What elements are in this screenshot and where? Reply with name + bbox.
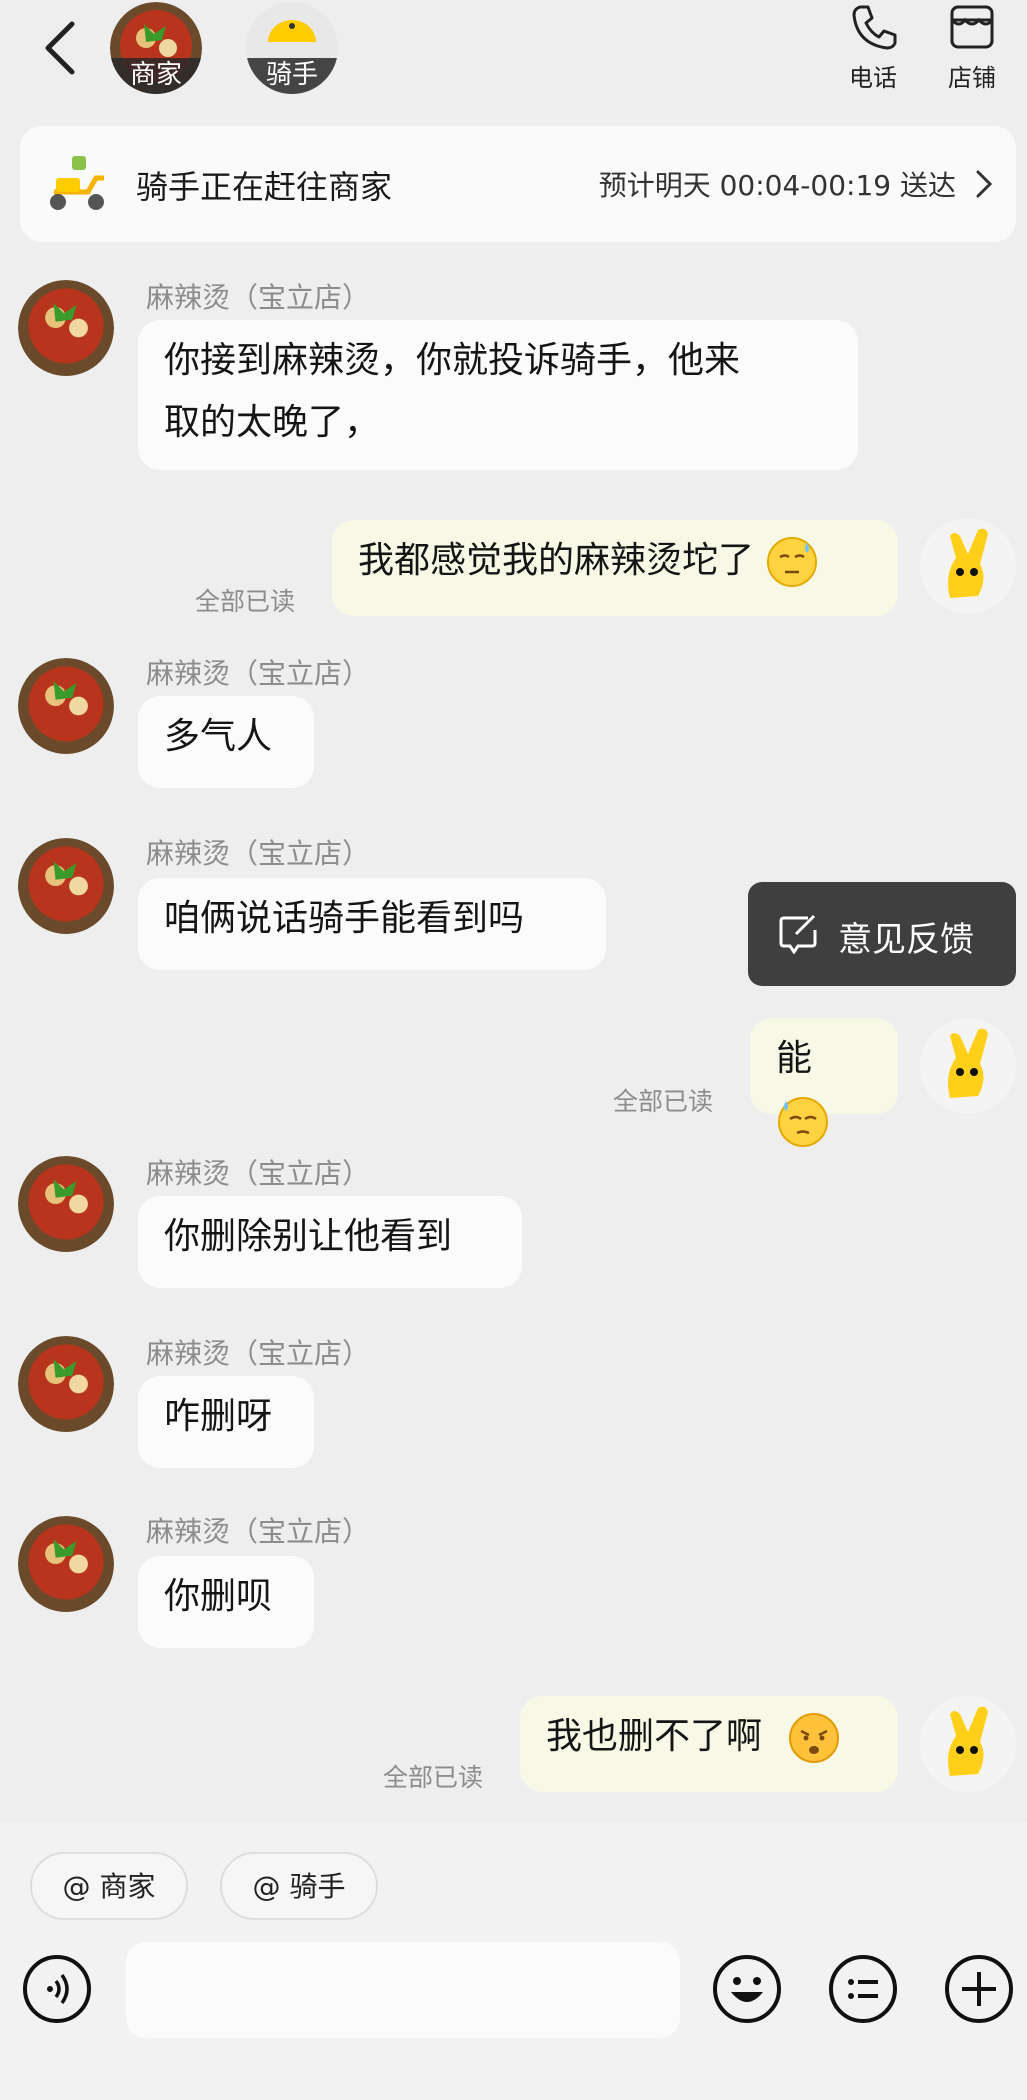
- sweat-thinking-emoji-icon: [767, 537, 818, 587]
- merchant-avatar[interactable]: [18, 280, 114, 376]
- list-icon: [829, 1955, 897, 2023]
- store-button[interactable]: 店铺: [932, 2, 1012, 93]
- message-sender: 麻辣烫（宝立店）: [146, 657, 371, 690]
- delivery-eta: 预计明天 00:04-00:19 送达: [598, 169, 956, 202]
- anguished-emoji-icon: [789, 1713, 840, 1763]
- message-bubble-incoming[interactable]: 你删呗: [138, 1556, 314, 1648]
- chat-header: 商家 骑手 电话 店铺: [0, 0, 1027, 120]
- my-avatar[interactable]: [920, 518, 1016, 614]
- store-icon: [950, 5, 994, 49]
- chevron-right-icon: [976, 170, 993, 198]
- read-receipt: 全部已读: [195, 587, 296, 616]
- message-bubble-incoming[interactable]: 你接到麻辣烫，你就投诉骑手，他来 取的太晚了，: [138, 320, 858, 470]
- malatang-bowl-icon: [18, 1516, 114, 1612]
- merchant-avatar-tab[interactable]: 商家: [110, 2, 202, 94]
- message-text: 我也删不了啊: [546, 1716, 763, 1757]
- plus-icon: [945, 1955, 1013, 2023]
- my-avatar[interactable]: [920, 1018, 1016, 1114]
- merchant-avatar[interactable]: [18, 838, 114, 934]
- message-sender: 麻辣烫（宝立店）: [146, 281, 371, 314]
- my-avatar[interactable]: [920, 1696, 1016, 1792]
- feedback-button[interactable]: 意见反馈: [748, 882, 1016, 986]
- message-sender: 麻辣烫（宝立店）: [146, 1515, 371, 1548]
- message-text: 多气人: [164, 716, 273, 757]
- malatang-bowl-icon: [18, 280, 114, 376]
- more-button[interactable]: [942, 1952, 1016, 2026]
- malatang-bowl-icon: [18, 1156, 114, 1252]
- back-button[interactable]: [42, 18, 82, 78]
- sweat-emoji-icon: [778, 1097, 828, 1147]
- message-sender: 麻辣烫（宝立店）: [146, 1337, 371, 1370]
- voice-icon: [23, 1955, 91, 2023]
- merchant-avatar[interactable]: [18, 1156, 114, 1252]
- message-text: 你删呗: [164, 1576, 273, 1617]
- phone-icon: [852, 5, 897, 50]
- store-label: 店铺: [948, 64, 996, 92]
- phone-button[interactable]: 电话: [833, 2, 913, 93]
- rider-tab-label: 骑手: [246, 58, 338, 94]
- malatang-bowl-icon: [18, 658, 114, 754]
- rider-avatar-tab[interactable]: 骑手: [246, 2, 338, 94]
- smiley-icon: [713, 1955, 781, 2023]
- message-line: 取的太晚了，: [164, 402, 381, 443]
- message-bubble-outgoing[interactable]: 能: [750, 1018, 898, 1147]
- input-panel: @ 商家 @ 骑手: [0, 1822, 1027, 2100]
- message-sender: 麻辣烫（宝立店）: [146, 1157, 371, 1190]
- message-bubble-outgoing[interactable]: 我也删不了啊: [520, 1696, 898, 1792]
- malatang-bowl-icon: [18, 838, 114, 934]
- quick-reply-button[interactable]: [826, 1952, 900, 2026]
- phone-label: 电话: [849, 64, 897, 92]
- edit-feedback-icon: [779, 914, 817, 954]
- merchant-avatar[interactable]: [18, 1336, 114, 1432]
- yellow-hand-mascot-icon: [920, 1018, 1016, 1114]
- merchant-tab-label: 商家: [110, 58, 202, 94]
- message-text: 你删除别让他看到: [164, 1216, 453, 1257]
- mention-merchant-chip[interactable]: @ 商家: [30, 1852, 188, 1920]
- delivery-scooter-icon: [50, 156, 104, 210]
- message-line: 你接到麻辣烫，你就投诉骑手，他来: [164, 340, 741, 381]
- message-bubble-outgoing[interactable]: 我都感觉我的麻辣烫坨了: [332, 520, 898, 616]
- message-bubble-incoming[interactable]: 咱俩说话骑手能看到吗: [138, 878, 606, 970]
- yellow-hand-mascot-icon: [920, 518, 1016, 614]
- chevron-left-icon: [45, 21, 75, 75]
- delivery-status-card[interactable]: 骑手正在赶往商家 预计明天 00:04-00:19 送达: [20, 126, 1016, 242]
- message-bubble-incoming[interactable]: 你删除别让他看到: [138, 1196, 522, 1288]
- message-bubble-incoming[interactable]: 多气人: [138, 696, 314, 788]
- message-sender: 麻辣烫（宝立店）: [146, 837, 371, 870]
- message-input[interactable]: [126, 1942, 680, 2038]
- read-receipt: 全部已读: [613, 1087, 714, 1116]
- message-text: 咋删呀: [164, 1396, 273, 1437]
- emoji-button[interactable]: [710, 1952, 784, 2026]
- feedback-label: 意见反馈: [838, 920, 974, 960]
- yellow-hand-mascot-icon: [920, 1696, 1016, 1792]
- mention-rider-chip[interactable]: @ 骑手: [220, 1852, 378, 1920]
- merchant-avatar[interactable]: [18, 658, 114, 754]
- malatang-bowl-icon: [18, 1336, 114, 1432]
- delivery-status-text: 骑手正在赶往商家: [136, 168, 393, 206]
- read-receipt: 全部已读: [383, 1763, 484, 1792]
- message-text: 能: [776, 1038, 813, 1079]
- merchant-avatar[interactable]: [18, 1516, 114, 1612]
- message-text: 咱俩说话骑手能看到吗: [164, 898, 525, 939]
- message-bubble-incoming[interactable]: 咋删呀: [138, 1376, 314, 1468]
- voice-button[interactable]: [20, 1952, 94, 2026]
- message-text: 我都感觉我的麻辣烫坨了: [358, 540, 755, 581]
